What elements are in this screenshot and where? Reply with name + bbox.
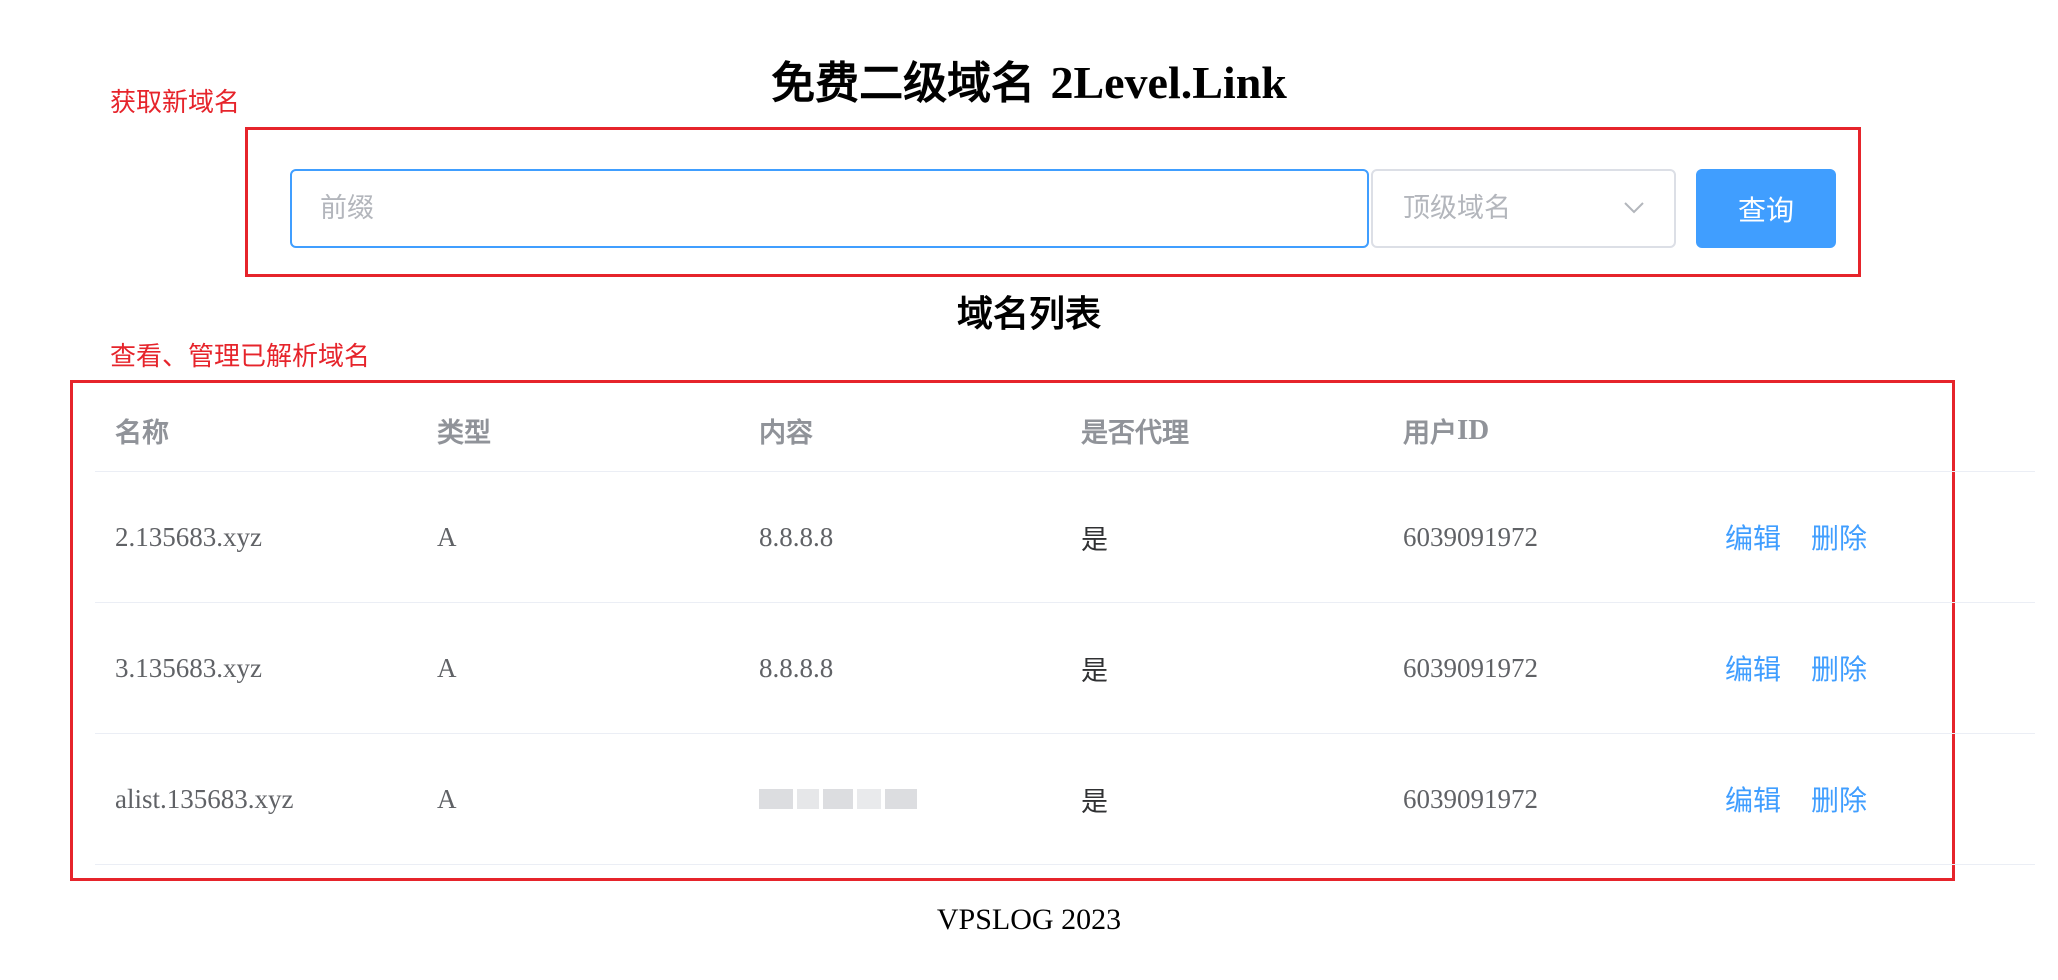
table-row: 2.135683.xyz A 8.8.8.8 是 6039091972 编辑 删… xyxy=(95,472,2035,603)
delete-button[interactable]: 删除 xyxy=(1811,648,1867,688)
cell-name: 2.135683.xyz xyxy=(115,521,262,552)
annotation-get-new-domain: 获取新域名 xyxy=(110,88,241,118)
cell-content: 8.8.8.8 xyxy=(759,652,834,683)
edit-button[interactable]: 编辑 xyxy=(1725,779,1781,819)
annotation-manage-domains: 查看、管理已解析域名 xyxy=(110,342,371,372)
cell-actions: 编辑 删除 xyxy=(1725,603,1897,733)
column-header-user-id-cjk: 用户 xyxy=(1403,418,1457,449)
cell-actions: 编辑 删除 xyxy=(1725,734,1897,864)
cell-content: 8.8.8.8 xyxy=(759,521,834,552)
delete-button[interactable]: 删除 xyxy=(1811,517,1867,557)
query-button[interactable]: 查询 xyxy=(1696,169,1836,248)
column-header-content: 内容 xyxy=(759,418,813,449)
cell-type: A xyxy=(437,783,457,814)
column-header-type: 类型 xyxy=(437,418,491,449)
cell-proxied: 是 xyxy=(1081,524,1108,556)
chevron-down-icon xyxy=(1624,202,1644,214)
prefix-input[interactable] xyxy=(290,169,1369,248)
column-header-name: 名称 xyxy=(115,418,169,449)
tld-select-placeholder: 顶级域名 xyxy=(1403,193,1511,224)
cell-content-redacted xyxy=(759,734,917,864)
cell-type: A xyxy=(437,521,457,552)
column-header-proxied: 是否代理 xyxy=(1081,418,1189,449)
tld-select[interactable]: 顶级域名 xyxy=(1371,169,1676,248)
column-header-user-id-latin: ID xyxy=(1457,414,1490,446)
cell-name: alist.135683.xyz xyxy=(115,783,294,814)
page-title-cjk: 免费二级域名 xyxy=(771,58,1036,109)
table-header: 名称 类型 内容 是否代理 用户 ID xyxy=(95,390,2035,472)
delete-button[interactable]: 删除 xyxy=(1811,779,1867,819)
cell-user-id: 6039091972 xyxy=(1403,652,1538,683)
domain-list-title: 域名列表 xyxy=(956,294,1101,335)
page-title-latin: 2Level.Link xyxy=(1050,57,1287,108)
table-row: 3.135683.xyz A 8.8.8.8 是 6039091972 编辑 删… xyxy=(95,603,2035,734)
cell-user-id: 6039091972 xyxy=(1403,521,1538,552)
footer: VPSLOG 2023 xyxy=(936,903,1122,936)
cell-proxied: 是 xyxy=(1081,786,1108,818)
edit-button[interactable]: 编辑 xyxy=(1725,648,1781,688)
edit-button[interactable]: 编辑 xyxy=(1725,517,1781,557)
cell-user-id: 6039091972 xyxy=(1403,783,1538,814)
cell-proxied: 是 xyxy=(1081,655,1108,687)
cell-actions: 编辑 删除 xyxy=(1725,472,1897,602)
page-title: 免费二级域名 2Level.Link xyxy=(0,48,2058,119)
redacted-ip xyxy=(759,785,917,813)
cell-name: 3.135683.xyz xyxy=(115,652,262,683)
table-row: alist.135683.xyz A 是 6039091972 编辑 删除 xyxy=(95,734,2035,865)
column-header-user-id: 用户 ID xyxy=(1403,390,1489,471)
cell-type: A xyxy=(437,652,457,683)
domain-table: 名称 类型 内容 是否代理 用户 ID 2.135683.xyz A 8.8.8.… xyxy=(95,390,2035,865)
